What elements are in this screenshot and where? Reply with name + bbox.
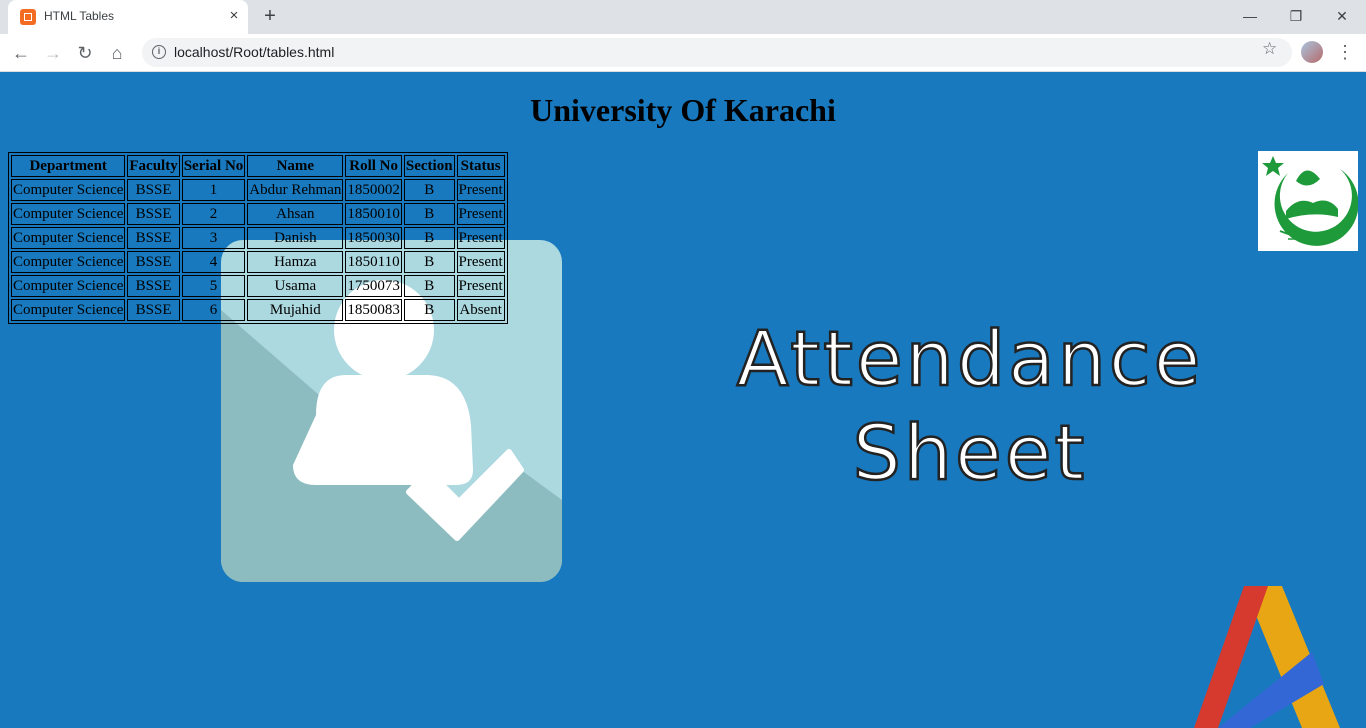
tab-strip: HTML Tables × + — ❐ ✕ [0, 0, 1366, 34]
window-close-button[interactable]: ✕ [1332, 6, 1352, 26]
column-header-roll-no: Roll No [345, 155, 402, 177]
table-row: Computer Science BSSE 5 Usama 1750073 B … [11, 275, 505, 297]
cell-serial-no: 4 [181, 251, 246, 273]
attendance-line1: Attendance [735, 313, 1204, 405]
cell-status: Present [456, 227, 505, 249]
browser-toolbar: ← → ↻ ⌂ i localhost/Root/tables.html ☆ [0, 34, 1366, 72]
cell-section: B [403, 227, 455, 249]
url-text[interactable]: localhost/Root/tables.html [174, 44, 334, 60]
table-row: Computer Science BSSE 3 Danish 1850030 B… [11, 227, 505, 249]
tab-html-tables[interactable]: HTML Tables × [8, 0, 248, 34]
cell-section: B [403, 275, 455, 297]
cell-name: Ahsan [247, 203, 344, 225]
cell-faculty: BSSE [127, 227, 180, 249]
cell-roll-no: 1850110 [345, 251, 402, 273]
university-emblem-icon [1262, 156, 1359, 246]
xampp-favicon-icon [20, 9, 36, 25]
cell-roll-no: 1750073 [345, 275, 402, 297]
reload-button[interactable]: ↻ [73, 41, 97, 65]
cell-department: Computer Science [11, 275, 126, 297]
cell-status: Absent [456, 299, 505, 321]
cell-serial-no: 2 [181, 203, 246, 225]
attendance-line2: Sheet [851, 407, 1088, 499]
cell-section: B [403, 203, 455, 225]
cell-status: Present [456, 179, 505, 201]
info-icon[interactable]: i [152, 45, 166, 59]
cell-faculty: BSSE [127, 251, 180, 273]
column-header-faculty: Faculty [127, 155, 180, 177]
page-title: University Of Karachi [530, 92, 836, 128]
cell-faculty: BSSE [127, 203, 180, 225]
attendance-table: Department Faculty Serial No Name Roll N… [8, 152, 508, 324]
column-header-section: Section [403, 155, 455, 177]
address-bar[interactable]: i localhost/Root/tables.html [142, 38, 1292, 67]
cell-department: Computer Science [11, 179, 126, 201]
cell-serial-no: 5 [181, 275, 246, 297]
table-row: Computer Science BSSE 6 Mujahid 1850083 … [11, 299, 505, 321]
cell-department: Computer Science [11, 299, 126, 321]
table-row: Computer Science BSSE 2 Ahsan 1850010 B … [11, 203, 505, 225]
page-content: University Of Karachi Attendance Sheet D… [0, 72, 1366, 728]
profile-avatar[interactable] [1301, 41, 1323, 63]
cell-faculty: BSSE [127, 299, 180, 321]
cell-section: B [403, 299, 455, 321]
cell-section: B [403, 179, 455, 201]
close-icon[interactable]: × [225, 7, 243, 25]
cell-faculty: BSSE [127, 275, 180, 297]
cell-roll-no: 1850030 [345, 227, 402, 249]
cell-name: Mujahid [247, 299, 344, 321]
cell-name: Hamza [247, 251, 344, 273]
cell-department: Computer Science [11, 251, 126, 273]
new-tab-button[interactable]: + [260, 6, 280, 26]
cell-department: Computer Science [11, 227, 126, 249]
restore-button[interactable]: ❐ [1286, 6, 1306, 26]
column-header-department: Department [11, 155, 126, 177]
cell-status: Present [456, 275, 505, 297]
cell-roll-no: 1850083 [345, 299, 402, 321]
university-logo [1258, 151, 1359, 251]
corner-triangle-logo [1194, 586, 1340, 728]
cell-serial-no: 3 [181, 227, 246, 249]
cell-faculty: BSSE [127, 179, 180, 201]
table-row: Computer Science BSSE 1 Abdur Rehman 185… [11, 179, 505, 201]
cell-serial-no: 1 [181, 179, 246, 201]
cell-serial-no: 6 [181, 299, 246, 321]
column-header-serial-no: Serial No [181, 155, 246, 177]
table-row: Computer Science BSSE 4 Hamza 1850110 B … [11, 251, 505, 273]
cell-name: Abdur Rehman [247, 179, 344, 201]
column-header-name: Name [247, 155, 344, 177]
home-button[interactable]: ⌂ [105, 41, 129, 65]
attendance-sheet-banner: Attendance Sheet [690, 312, 1250, 500]
minimize-button[interactable]: — [1240, 6, 1260, 26]
cell-department: Computer Science [11, 203, 126, 225]
forward-button[interactable]: → [41, 41, 65, 65]
cell-roll-no: 1850002 [345, 179, 402, 201]
table-header-row: Department Faculty Serial No Name Roll N… [11, 155, 505, 177]
cell-status: Present [456, 203, 505, 225]
cell-name: Danish [247, 227, 344, 249]
column-header-status: Status [456, 155, 505, 177]
cell-roll-no: 1850010 [345, 203, 402, 225]
back-button[interactable]: ← [9, 41, 33, 65]
cell-section: B [403, 251, 455, 273]
tab-title: HTML Tables [44, 9, 115, 23]
cell-status: Present [456, 251, 505, 273]
cell-name: Usama [247, 275, 344, 297]
menu-icon[interactable]: ⋮ [1336, 42, 1354, 62]
